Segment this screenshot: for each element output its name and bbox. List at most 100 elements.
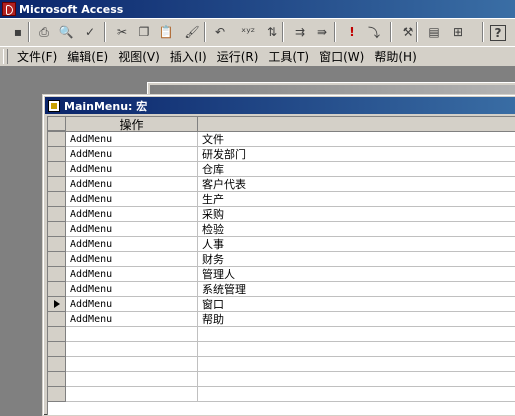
row-selector[interactable] bbox=[48, 177, 66, 192]
action-cell[interactable] bbox=[66, 327, 198, 342]
macro-icon[interactable] bbox=[48, 99, 60, 112]
row-selector[interactable] bbox=[48, 237, 66, 252]
menu-item[interactable]: 文件(F) bbox=[12, 48, 62, 65]
menu-bar-grip[interactable] bbox=[3, 49, 8, 64]
comment-cell[interactable] bbox=[198, 372, 515, 387]
table-row: AddMenu 财务 bbox=[48, 252, 515, 267]
build-icon[interactable]: ⚒ bbox=[398, 22, 418, 42]
menu-item[interactable]: 插入(I) bbox=[165, 48, 212, 65]
column-header-action[interactable]: 操作 bbox=[66, 117, 198, 132]
macro-window-titlebar[interactable]: MainMenu: 宏 bbox=[45, 97, 515, 114]
save-icon[interactable]: ▪ bbox=[8, 22, 28, 42]
macro-window: MainMenu: 宏 操作 AddMenu 文件 AddMenu 研发部门 AddMe… bbox=[42, 94, 515, 416]
cut-icon[interactable]: ✂ bbox=[112, 22, 132, 42]
row-selector[interactable] bbox=[48, 267, 66, 282]
toolbar-separator bbox=[282, 22, 284, 42]
action-cell[interactable]: AddMenu bbox=[66, 192, 198, 207]
action-cell[interactable]: AddMenu bbox=[66, 282, 198, 297]
row-selector[interactable] bbox=[48, 327, 66, 342]
menu-item[interactable]: 窗口(W) bbox=[314, 48, 369, 65]
table-row: AddMenu 仓库 bbox=[48, 162, 515, 177]
row-selector[interactable] bbox=[48, 282, 66, 297]
run-icon[interactable]: ! bbox=[342, 22, 362, 42]
print-preview-icon[interactable]: 🔍 bbox=[56, 22, 76, 42]
row-selector[interactable] bbox=[48, 297, 66, 312]
comment-cell[interactable]: 系统管理 bbox=[198, 282, 515, 297]
menu-item[interactable]: 帮助(H) bbox=[369, 48, 421, 65]
toolbar-separator bbox=[104, 22, 106, 42]
conditions-icon[interactable]: ⇅ bbox=[262, 22, 282, 42]
action-cell[interactable]: AddMenu bbox=[66, 222, 198, 237]
database-window-icon[interactable]: ▤ bbox=[424, 22, 444, 42]
action-cell[interactable]: AddMenu bbox=[66, 267, 198, 282]
spelling-icon[interactable]: ✓ bbox=[80, 22, 100, 42]
action-cell[interactable]: AddMenu bbox=[66, 237, 198, 252]
comment-cell[interactable] bbox=[198, 357, 515, 372]
toolbar: ▪ ⎙ 🔍 ✓ ✂ ❐ 📋 🖌 ↶ ˣʸᶻ ⇅ ⇉ ⇛! ⤵ ⚒ ▤ ⊞? bbox=[0, 18, 515, 47]
mdi-client-area: MainMenu: 宏 操作 AddMenu 文件 AddMenu 研发部门 AddMe… bbox=[0, 67, 515, 416]
table-row: AddMenu 帮助 bbox=[48, 312, 515, 327]
menu-item[interactable]: 编辑(E) bbox=[62, 48, 113, 65]
row-selector[interactable] bbox=[48, 342, 66, 357]
action-cell[interactable]: AddMenu bbox=[66, 252, 198, 267]
comment-cell[interactable]: 管理人 bbox=[198, 267, 515, 282]
row-selector[interactable] bbox=[48, 252, 66, 267]
row-selector[interactable] bbox=[48, 312, 66, 327]
row-selector[interactable] bbox=[48, 372, 66, 387]
action-cell[interactable]: AddMenu bbox=[66, 297, 198, 312]
undo-icon[interactable]: ↶ bbox=[210, 22, 230, 42]
row-selector[interactable] bbox=[48, 357, 66, 372]
delete-rows-icon[interactable]: ⇛ bbox=[312, 22, 332, 42]
action-cell[interactable]: AddMenu bbox=[66, 207, 198, 222]
row-selector[interactable] bbox=[48, 132, 66, 147]
table-row: AddMenu 检验 bbox=[48, 222, 515, 237]
table-row bbox=[48, 357, 515, 372]
action-cell[interactable] bbox=[66, 357, 198, 372]
help-icon[interactable]: ? bbox=[490, 25, 506, 41]
comment-cell[interactable] bbox=[198, 342, 515, 357]
action-cell[interactable] bbox=[66, 342, 198, 357]
row-selector[interactable] bbox=[48, 207, 66, 222]
menu-item[interactable]: 视图(V) bbox=[113, 48, 165, 65]
comment-cell[interactable]: 研发部门 bbox=[198, 147, 515, 162]
comment-cell[interactable] bbox=[198, 327, 515, 342]
comment-cell[interactable]: 检验 bbox=[198, 222, 515, 237]
comment-cell[interactable]: 帮助 bbox=[198, 312, 515, 327]
action-cell[interactable]: AddMenu bbox=[66, 177, 198, 192]
table-row: AddMenu 管理人 bbox=[48, 267, 515, 282]
comment-cell[interactable]: 窗口 bbox=[198, 297, 515, 312]
comment-cell[interactable]: 文件 bbox=[198, 132, 515, 147]
macro-names-icon[interactable]: ˣʸᶻ bbox=[238, 22, 258, 42]
table-row bbox=[48, 342, 515, 357]
action-cell[interactable] bbox=[66, 372, 198, 387]
column-header-comment[interactable] bbox=[198, 117, 515, 131]
format-painter-icon[interactable]: 🖌 bbox=[182, 22, 202, 42]
new-object-icon[interactable]: ⊞ bbox=[448, 22, 468, 42]
comment-cell[interactable]: 生产 bbox=[198, 192, 515, 207]
select-all-corner[interactable] bbox=[48, 117, 66, 131]
comment-cell[interactable]: 采购 bbox=[198, 207, 515, 222]
comment-cell[interactable]: 客户代表 bbox=[198, 177, 515, 192]
row-selector[interactable] bbox=[48, 147, 66, 162]
comment-cell[interactable]: 人事 bbox=[198, 237, 515, 252]
access-app-icon[interactable] bbox=[2, 2, 16, 16]
step-icon[interactable]: ⤵ bbox=[364, 22, 384, 42]
comment-cell[interactable]: 财务 bbox=[198, 252, 515, 267]
menu-item[interactable]: 工具(T) bbox=[263, 48, 314, 65]
table-row bbox=[48, 327, 515, 342]
toolbar-separator bbox=[416, 22, 418, 42]
insert-rows-icon[interactable]: ⇉ bbox=[290, 22, 310, 42]
table-row: AddMenu 系统管理 bbox=[48, 282, 515, 297]
row-selector[interactable] bbox=[48, 162, 66, 177]
row-selector[interactable] bbox=[48, 222, 66, 237]
comment-cell[interactable]: 仓库 bbox=[198, 162, 515, 177]
action-cell[interactable]: AddMenu bbox=[66, 147, 198, 162]
action-cell[interactable]: AddMenu bbox=[66, 312, 198, 327]
paste-icon[interactable]: 📋 bbox=[156, 22, 176, 42]
action-cell[interactable]: AddMenu bbox=[66, 162, 198, 177]
action-cell[interactable]: AddMenu bbox=[66, 132, 198, 147]
row-selector[interactable] bbox=[48, 192, 66, 207]
print-icon[interactable]: ⎙ bbox=[34, 22, 54, 42]
copy-icon[interactable]: ❐ bbox=[134, 22, 154, 42]
menu-item[interactable]: 运行(R) bbox=[212, 48, 264, 65]
